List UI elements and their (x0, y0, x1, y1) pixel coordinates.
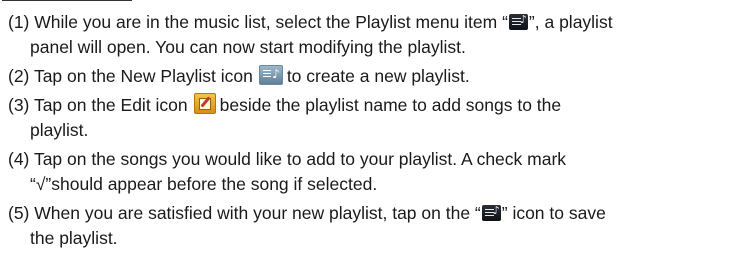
step-number: (3) (8, 95, 30, 115)
step-3: (3) Tap on the Edit icon beside the playl… (8, 93, 746, 143)
step-continuation: “√”should appear before the song if sele… (30, 174, 378, 194)
edit-icon (193, 93, 216, 114)
step-text: Tap on the songs you would like to add t… (33, 149, 567, 169)
step-text-end: beside the playlist name to add songs to… (219, 95, 562, 115)
step-text-end: ” icon to save (501, 203, 606, 223)
step-text: Tap on the Edit icon (33, 95, 188, 115)
step-continuation: playlist. (30, 120, 89, 140)
step-4: (4) Tap on the songs you would like to a… (8, 147, 746, 197)
playlist-menu-icon (481, 204, 501, 221)
step-number: (5) (8, 203, 30, 223)
step-text: Tap on the New Playlist icon (33, 66, 253, 86)
step-text: When you are satisfied with your new pla… (34, 203, 481, 223)
step-2: (2) Tap on the New Playlist icon to creat… (8, 64, 746, 89)
step-5: (5) When you are satisfied with your new… (8, 201, 746, 251)
instruction-list: (1) While you are in the music list, sel… (8, 10, 746, 255)
step-number: (2) (8, 66, 30, 86)
step-text: While you are in the music list, select … (34, 12, 508, 32)
step-continuation: panel will open. You can now start modif… (30, 37, 466, 57)
step-text-end: to create a new playlist. (286, 66, 470, 86)
step-number: (1) (8, 12, 30, 32)
step-continuation: the playlist. (30, 228, 118, 248)
step-number: (4) (8, 149, 30, 169)
step-text-end: ”, a playlist (528, 12, 613, 32)
manual-page: (1) While you are in the music list, sel… (0, 0, 748, 275)
playlist-menu-icon (508, 13, 528, 30)
new-playlist-icon (258, 65, 283, 85)
heading-underline (2, 0, 132, 1)
step-1: (1) While you are in the music list, sel… (8, 10, 746, 60)
